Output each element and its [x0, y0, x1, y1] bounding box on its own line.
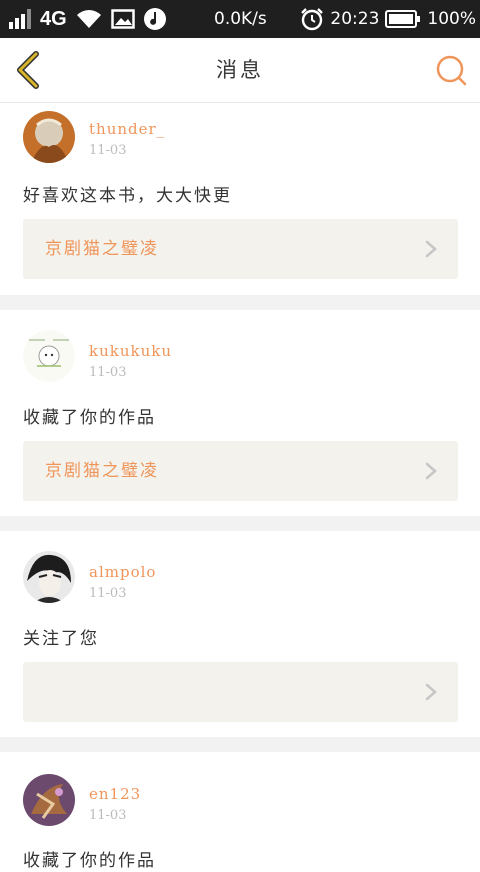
status-bar: 4G 0.0K/s 20:23 100% — [0, 0, 480, 38]
user-avatar[interactable] — [23, 551, 75, 603]
username[interactable]: thunder_ — [89, 120, 165, 138]
chevron-right-icon — [425, 683, 437, 701]
image-icon — [110, 9, 135, 29]
book-title: 京剧猫之璧凌 — [45, 461, 159, 481]
message-card: en123 11-03 收藏了你的作品 — [0, 752, 480, 872]
avatar-almpolo-icon — [23, 551, 75, 603]
book-title: 京剧猫之璧凌 — [45, 239, 159, 259]
username[interactable]: kukukuku — [89, 342, 172, 360]
user-avatar[interactable] — [23, 774, 75, 826]
card-divider — [0, 516, 480, 531]
avatar-thunder-icon — [23, 111, 75, 163]
music-icon — [143, 8, 166, 30]
status-right: 20:23 100% — [300, 7, 476, 31]
book-link[interactable]: 京剧猫之璧凌 — [23, 441, 458, 501]
chevron-right-icon — [425, 240, 437, 258]
network-type: 4G — [40, 8, 67, 30]
username[interactable]: en123 — [89, 785, 141, 803]
status-left: 4G — [8, 7, 167, 31]
book-link[interactable]: 京剧猫之璧凌 — [23, 219, 458, 279]
message-date: 11-03 — [89, 586, 127, 601]
username[interactable]: almpolo — [89, 563, 156, 581]
chevron-right-icon — [425, 462, 437, 480]
signal-icon — [9, 9, 31, 29]
nav-bar: 消息 — [0, 38, 480, 103]
battery-icon — [385, 10, 421, 28]
message-feed: thunder_ 11-03 好喜欢这本书，大大快更 京剧猫之璧凌 kukuku… — [0, 103, 480, 872]
message-date: 11-03 — [89, 808, 127, 823]
search-button[interactable] — [432, 51, 470, 89]
message-text: 关注了您 — [23, 629, 99, 649]
message-date: 11-03 — [89, 143, 127, 158]
message-text: 收藏了你的作品 — [23, 851, 156, 871]
message-card: thunder_ 11-03 好喜欢这本书，大大快更 京剧猫之璧凌 — [0, 103, 480, 295]
message-text: 收藏了你的作品 — [23, 408, 156, 428]
avatar-en123-icon — [23, 774, 75, 826]
avatar-kukukuku-icon — [23, 330, 75, 382]
battery-percent: 100% — [427, 9, 476, 29]
wifi-icon — [76, 10, 101, 28]
card-divider — [0, 295, 480, 310]
message-text: 好喜欢这本书，大大快更 — [23, 186, 232, 206]
message-card: almpolo 11-03 关注了您 — [0, 531, 480, 737]
user-avatar[interactable] — [23, 111, 75, 163]
network-speed: 0.0K/s — [214, 9, 267, 29]
clock-time: 20:23 — [330, 9, 380, 29]
message-card: kukukuku 11-03 收藏了你的作品 京剧猫之璧凌 — [0, 310, 480, 516]
search-icon — [436, 55, 467, 86]
alarm-icon — [301, 8, 324, 31]
card-divider — [0, 737, 480, 752]
user-avatar[interactable] — [23, 330, 75, 382]
book-link[interactable] — [23, 662, 458, 722]
message-date: 11-03 — [89, 365, 127, 380]
page-title: 消息 — [216, 58, 264, 82]
